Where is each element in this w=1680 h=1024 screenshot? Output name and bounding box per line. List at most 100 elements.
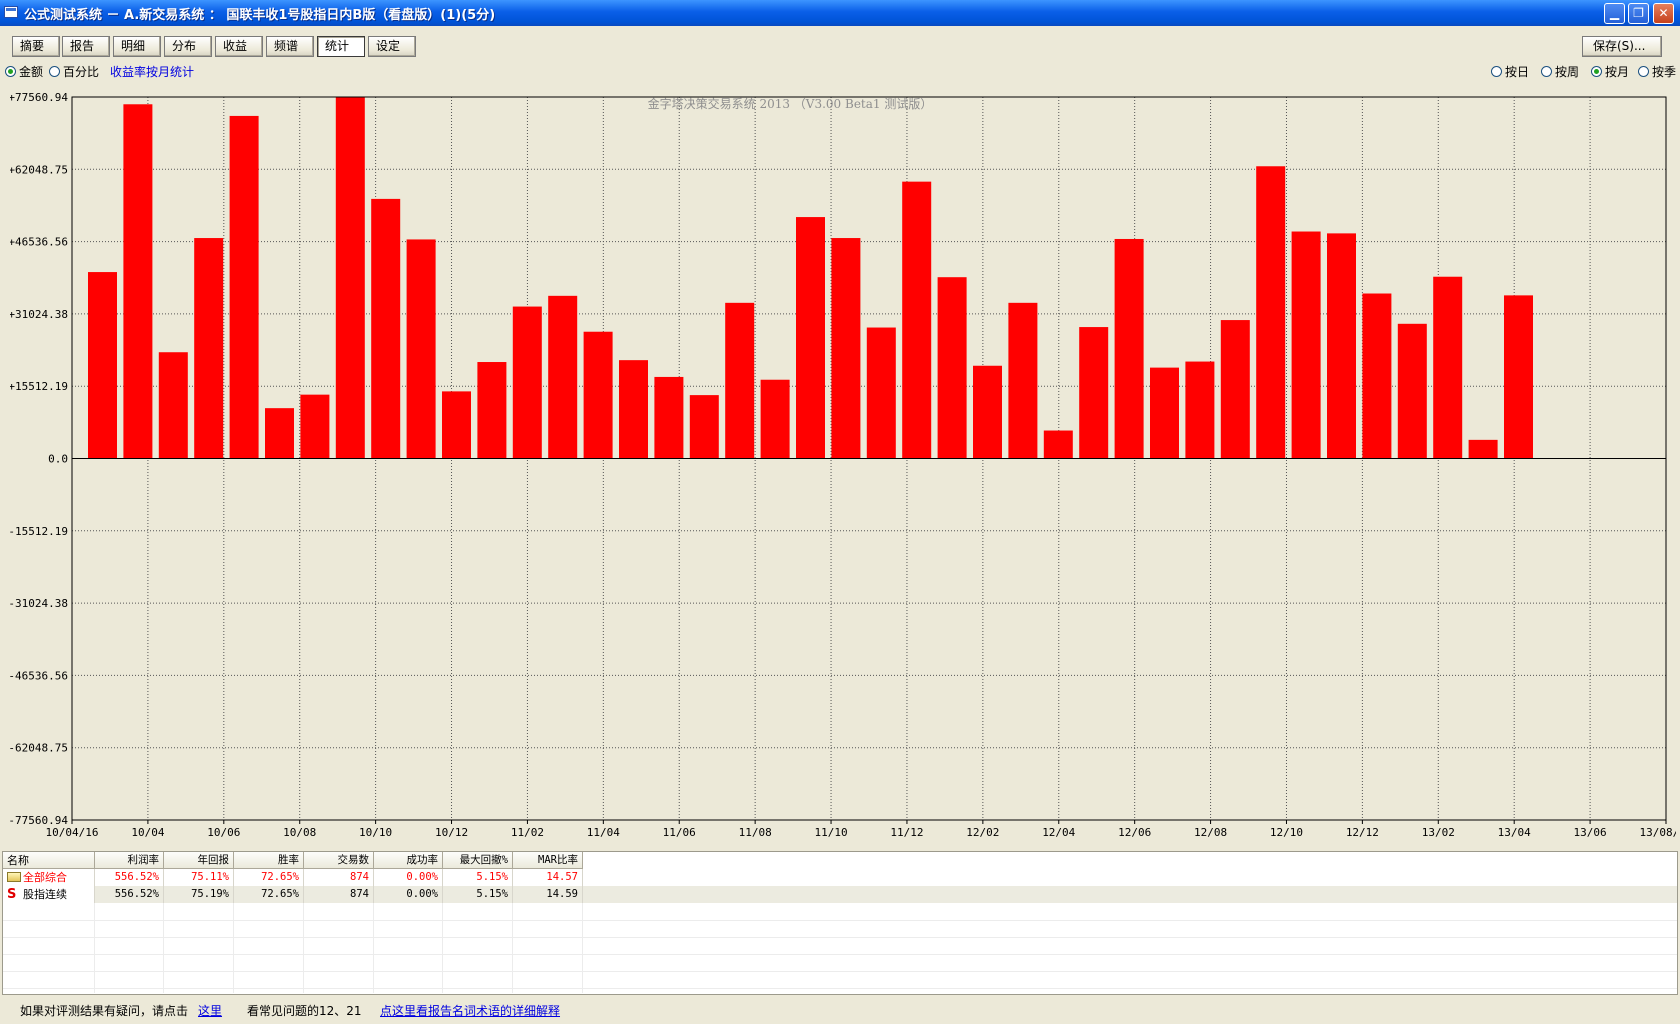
radio-by-month-dot[interactable] — [1591, 66, 1602, 77]
x-tick-label: 13/02 — [1422, 826, 1455, 839]
cell-mar-ratio: 14.59 — [513, 886, 583, 903]
y-tick-label: +77560.94 — [10, 91, 68, 104]
chart-bar — [1043, 430, 1073, 459]
chart-bar — [371, 198, 401, 459]
tab-details[interactable]: 明细 — [113, 36, 161, 57]
chart-bar — [973, 365, 1002, 459]
chart-bar — [1185, 361, 1215, 459]
app-icon — [4, 6, 18, 18]
chart-bar — [583, 331, 613, 459]
status-link-glossary[interactable]: 点这里看报告名词术语的详细解释 — [380, 998, 560, 1024]
y-tick-label: +62048.75 — [10, 163, 68, 176]
chart-bar — [548, 295, 578, 459]
minimize-button[interactable]: ▁ — [1604, 3, 1625, 24]
column-header-win-rate[interactable]: 胜率 — [234, 852, 304, 869]
x-tick-label: 12/02 — [966, 826, 999, 839]
strategy-s-icon: S — [7, 887, 17, 902]
radio-by-week-dot[interactable] — [1541, 66, 1552, 77]
tab-returns[interactable]: 收益 — [215, 36, 263, 57]
chart-bar — [194, 238, 224, 459]
radio-by-season-dot[interactable] — [1638, 66, 1649, 77]
table-gridline — [3, 937, 1677, 938]
chart-bar — [760, 379, 790, 459]
column-header-mar-ratio[interactable]: MAR比率 — [513, 852, 583, 869]
save-button[interactable]: 保存(S)... — [1582, 36, 1662, 57]
tab-statistics[interactable]: 统计 — [317, 36, 365, 57]
cell-win-rate: 72.65% — [234, 886, 304, 903]
radio-by-day-label: 按日 — [1505, 65, 1530, 79]
radio-amount-dot[interactable] — [5, 66, 16, 77]
table-row[interactable]: S 股指连续 556.52% 75.19% 72.65% 874 0.00% 5.… — [3, 886, 1677, 903]
status-link-here[interactable]: 这里 — [198, 998, 222, 1024]
x-tick-label: 12/06 — [1118, 826, 1151, 839]
chart-bar — [689, 395, 719, 459]
restore-button[interactable]: ❐ — [1628, 3, 1649, 24]
y-tick-label: -31024.38 — [10, 597, 68, 610]
chart-bar — [477, 362, 507, 459]
radio-by-season[interactable]: 按季 — [1638, 64, 1676, 80]
folder-icon — [7, 872, 21, 882]
radio-by-month[interactable]: 按月 — [1591, 64, 1629, 80]
tab-report[interactable]: 报告 — [62, 36, 110, 57]
tab-summary[interactable]: 摘要 — [12, 36, 60, 57]
y-tick-label: +15512.19 — [10, 380, 68, 393]
chart-bar — [123, 104, 153, 459]
x-tick-label: 10/04/16 — [46, 826, 99, 839]
stats-title-link[interactable]: 收益率按月统计 — [110, 64, 194, 80]
chart-bar — [1291, 231, 1321, 459]
cell-mar-ratio: 14.57 — [513, 869, 583, 886]
table-header: 名称 利润率 年回报 胜率 交易数 成功率 最大回撤% MAR比率 — [3, 852, 1677, 869]
chart-bar — [937, 277, 967, 459]
radio-percent-dot[interactable] — [49, 66, 60, 77]
chart-svg: +77560.94 +62048.75 +46536.56 +31024.38 +155… — [10, 90, 1676, 847]
x-tick-label: 13/04 — [1498, 826, 1531, 839]
chart-watermark: 金字塔决策交易系统 2013 （V3.00 Beta1 测试版） — [648, 96, 933, 111]
table-column-line — [373, 903, 374, 993]
column-header-max-drawdown[interactable]: 最大回撤% — [443, 852, 513, 869]
tab-distribution[interactable]: 分布 — [164, 36, 212, 57]
radio-percent[interactable]: 百分比 — [49, 64, 99, 80]
chart-bar — [88, 272, 117, 459]
chart-bar — [158, 352, 188, 459]
chart-bar — [1433, 276, 1463, 459]
column-header-success-rate[interactable]: 成功率 — [374, 852, 443, 869]
chart-bar — [1079, 327, 1109, 459]
table-column-line — [163, 903, 164, 993]
table-column-line — [582, 903, 583, 993]
chart-bar — [902, 181, 932, 459]
x-tick-label: 11/02 — [511, 826, 544, 839]
x-tick-label: 12/12 — [1346, 826, 1379, 839]
chart-bar — [1362, 293, 1392, 459]
tab-settings[interactable]: 设定 — [368, 36, 416, 57]
column-header-annual-return[interactable]: 年回报 — [164, 852, 234, 869]
x-tick-label: 11/04 — [587, 826, 620, 839]
results-table[interactable]: 名称 利润率 年回报 胜率 交易数 成功率 最大回撤% MAR比率 全部综合 5… — [2, 851, 1678, 995]
table-gridline — [3, 988, 1677, 989]
title-bar: 公式测试系统 － A.新交易系统 ： 国联丰收1号股指日内B版（看盘版）(1)(… — [0, 0, 1680, 26]
radio-by-day-dot[interactable] — [1491, 66, 1502, 77]
cell-trade-count: 874 — [304, 869, 374, 886]
radio-by-day[interactable]: 按日 — [1491, 64, 1529, 80]
chart-bar — [1008, 302, 1038, 459]
column-header-trade-count[interactable]: 交易数 — [304, 852, 374, 869]
radio-percent-label: 百分比 — [63, 65, 100, 79]
cell-annual-return: 75.11% — [164, 869, 234, 886]
chart-bar — [442, 391, 471, 459]
radio-by-season-label: 按季 — [1652, 65, 1677, 79]
cell-success-rate: 0.00% — [374, 869, 443, 886]
radio-by-week[interactable]: 按周 — [1541, 64, 1579, 80]
close-button[interactable]: ✕ — [1653, 3, 1674, 24]
tab-spectrum[interactable]: 频谱 — [266, 36, 314, 57]
row-name-cell: 全部综合 — [3, 869, 95, 886]
chart-bar — [406, 239, 436, 459]
column-header-name[interactable]: 名称 — [3, 852, 95, 869]
y-tick-label: -15512.19 — [10, 525, 68, 538]
chart-bar — [619, 360, 648, 459]
table-row[interactable]: 全部综合 556.52% 75.11% 72.65% 874 0.00% 5.1… — [3, 869, 1677, 886]
column-header-profit-rate[interactable]: 利润率 — [95, 852, 164, 869]
cell-max-drawdown: 5.15% — [443, 886, 513, 903]
row-name-cell: S 股指连续 — [3, 886, 95, 903]
table-column-line — [442, 903, 443, 993]
radio-amount[interactable]: 金额 — [5, 64, 43, 80]
x-tick-label: 10/06 — [207, 826, 240, 839]
